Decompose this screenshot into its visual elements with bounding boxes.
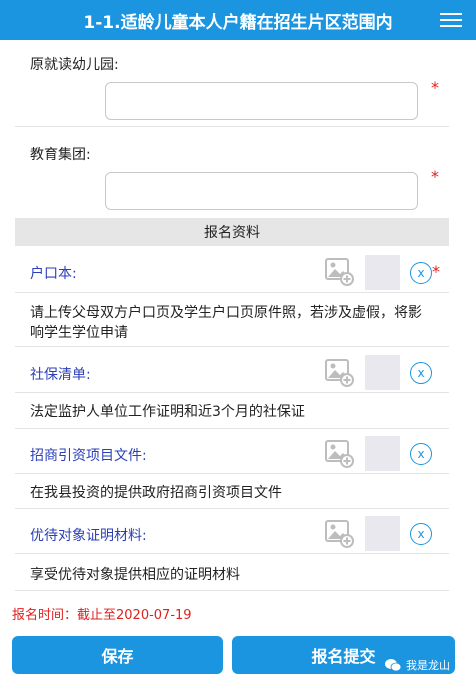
top-bar: 1-1.适龄儿童本人户籍在招生片区范围内 (0, 0, 476, 40)
doc-label-preferential: 优待对象证明材料: (30, 528, 147, 544)
kindergarten-input[interactable] (105, 82, 418, 120)
close-circle-icon[interactable]: x (410, 262, 432, 284)
upload-thumbnail[interactable] (365, 355, 400, 390)
doc-label-investment: 招商引资项目文件: (30, 448, 147, 464)
deadline-text: 报名时间：截止至2020-07-19 (12, 608, 192, 623)
menu-icon[interactable] (440, 10, 462, 30)
doc-label-household: 户口本: (30, 266, 77, 282)
doc-desc-preferential: 享受优待对象提供相应的证明材料 (30, 567, 240, 583)
page-title: 1-1.适龄儿童本人户籍在招生片区范围内 (83, 12, 393, 33)
edu-group-label: 教育集团: (30, 147, 91, 163)
section-header: 报名资料 (15, 218, 449, 246)
edu-group-required-mark: * (431, 167, 439, 186)
image-add-icon[interactable] (324, 518, 354, 548)
watermark: 我是龙山 (384, 657, 450, 673)
doc-desc-investment: 在我县投资的提供政府招商引资项目文件 (30, 485, 282, 501)
divider (15, 392, 449, 393)
household-required-mark: * (432, 262, 440, 281)
divider (15, 292, 449, 293)
divider (15, 508, 449, 509)
wechat-icon (385, 659, 402, 672)
divider (15, 473, 449, 474)
doc-desc-household: 请上传父母双方户口页及学生户口页原件照，若涉及虚假，将影响学生学位申请 (30, 305, 422, 341)
save-button[interactable]: 保存 (12, 636, 223, 674)
close-circle-icon[interactable]: x (410, 523, 432, 545)
image-add-icon[interactable] (324, 438, 354, 468)
kindergarten-required-mark: * (431, 78, 439, 97)
section-title: 报名资料 (204, 225, 260, 241)
divider (15, 553, 449, 554)
close-circle-icon[interactable]: x (410, 362, 432, 384)
edu-group-input[interactable] (105, 172, 418, 210)
doc-label-social-security: 社保清单: (30, 367, 91, 383)
kindergarten-label: 原就读幼儿园: (30, 57, 119, 73)
close-circle-icon[interactable]: x (410, 443, 432, 465)
divider (15, 428, 449, 429)
image-add-icon[interactable] (324, 256, 354, 286)
doc-desc-social-security: 法定监护人单位工作证明和近3个月的社保证 (30, 404, 305, 420)
upload-thumbnail[interactable] (365, 436, 400, 471)
divider (15, 590, 449, 591)
watermark-text: 我是龙山 (406, 659, 450, 672)
divider (15, 346, 449, 347)
divider (15, 126, 449, 127)
upload-thumbnail[interactable] (365, 255, 400, 290)
upload-thumbnail[interactable] (365, 516, 400, 551)
image-add-icon[interactable] (324, 357, 354, 387)
